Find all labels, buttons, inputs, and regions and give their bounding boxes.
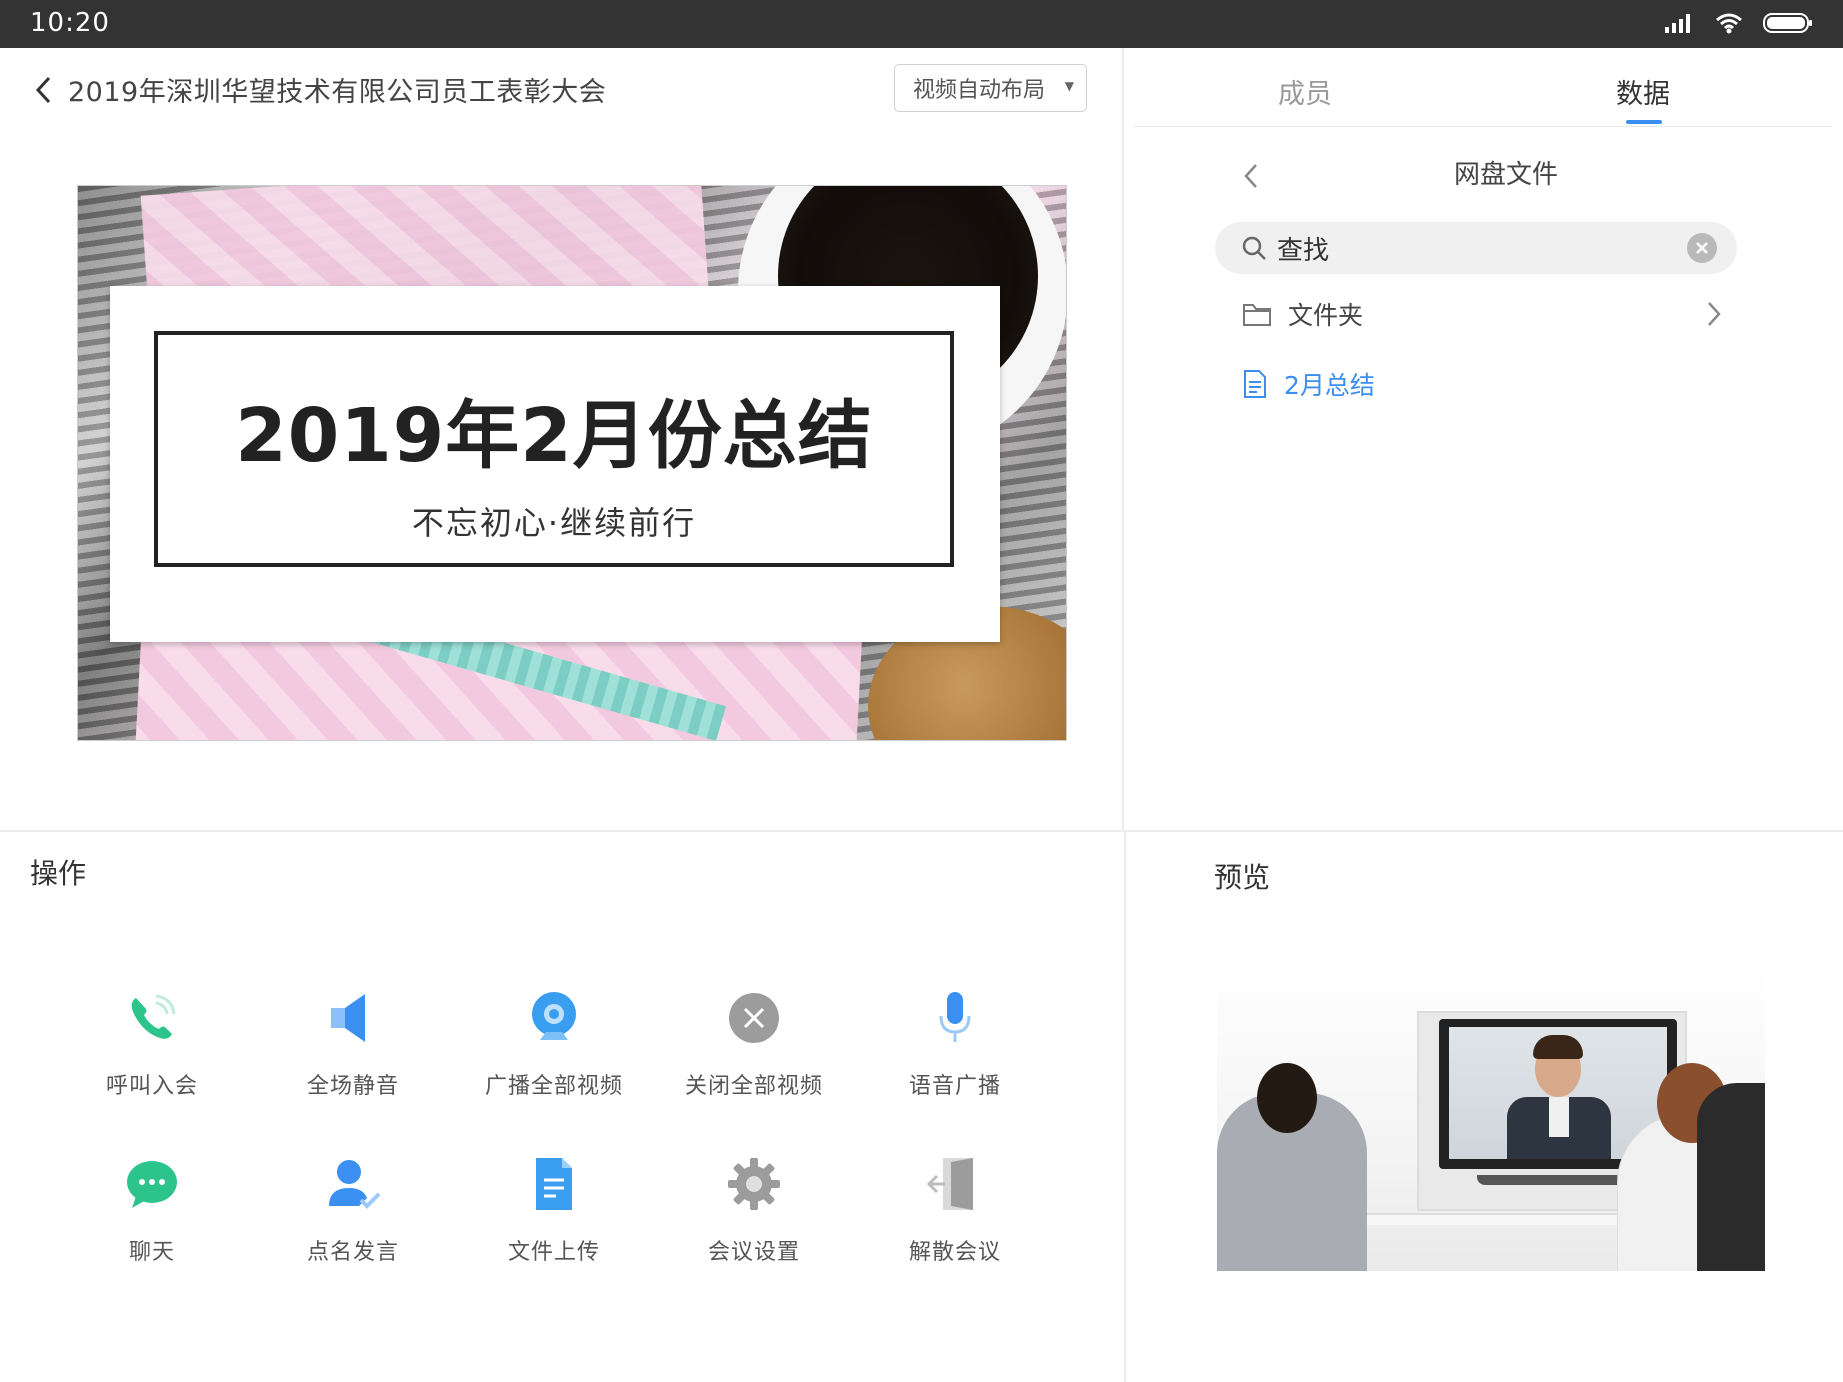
netdisk-back-button[interactable]: [1236, 158, 1266, 194]
search-box: [1215, 222, 1737, 274]
battery-icon: [1763, 12, 1813, 38]
operations-title: 操作: [30, 857, 87, 890]
vertical-divider: [1124, 832, 1126, 1382]
close-circle-icon: [724, 988, 784, 1048]
file-upload-button[interactable]: 文件上传: [464, 1154, 644, 1294]
mute-all-button[interactable]: 全场静音: [263, 988, 443, 1128]
side-panel: 成员 数据 网盘文件 文件夹 2月总结: [1126, 48, 1843, 830]
close-icon: [1696, 242, 1708, 254]
chevron-right-icon: [1708, 302, 1721, 326]
op-label: 呼叫入会: [105, 1074, 198, 1099]
op-label: 解散会议: [908, 1240, 1001, 1265]
preview-title: 预览: [1214, 861, 1271, 894]
exit-door-icon: [925, 1154, 985, 1214]
list-item-label: 文件夹: [1288, 301, 1364, 330]
preview-attendee-left-head: [1257, 1063, 1317, 1133]
chat-bubble-icon: [122, 1154, 182, 1214]
document-icon: [524, 1154, 584, 1214]
chat-button[interactable]: 聊天: [62, 1154, 242, 1294]
roll-call-button[interactable]: 点名发言: [263, 1154, 443, 1294]
main-stage: 2019年深圳华望技术有限公司员工表彰大会 视频自动布局 ▼ 2019年2月份总…: [0, 48, 1124, 830]
tabs-divider: [1134, 126, 1832, 127]
shared-slide: 2019年2月份总结 不忘初心·继续前行: [77, 185, 1067, 741]
slide-title: 2019年2月份总结: [235, 393, 873, 479]
preview-presenter-shirt: [1549, 1097, 1569, 1137]
netdisk-title: 网盘文件: [1453, 160, 1558, 190]
close-all-video-button[interactable]: 关闭全部视频: [664, 988, 844, 1128]
tab-members[interactable]: 成员: [1278, 72, 1332, 111]
op-label: 点名发言: [306, 1240, 399, 1265]
slide-subtitle: 不忘初心·继续前行: [411, 504, 697, 542]
preview-attendee-far-right: [1697, 1083, 1765, 1271]
voice-broadcast-button[interactable]: 语音广播: [865, 988, 1045, 1128]
search-input[interactable]: [1277, 233, 1677, 263]
horizontal-divider: [0, 830, 1843, 832]
wifi-icon: [1715, 12, 1743, 38]
webcam-icon: [524, 988, 584, 1048]
layout-select[interactable]: 视频自动布局 ▼: [894, 64, 1087, 112]
op-label: 文件上传: [507, 1240, 600, 1265]
list-item-label: 2月总结: [1284, 371, 1375, 400]
op-label: 语音广播: [908, 1074, 1001, 1099]
microphone-icon: [925, 988, 985, 1048]
preview-tv-base: [1477, 1175, 1637, 1185]
phone-call-icon: [122, 988, 182, 1048]
active-tab-indicator: [1626, 120, 1662, 124]
preview-video[interactable]: [1217, 963, 1765, 1271]
op-label: 会议设置: [707, 1240, 800, 1265]
gear-icon: [724, 1154, 784, 1214]
list-item-file[interactable]: 2月总结: [1242, 362, 1722, 406]
status-time: 10:20: [30, 8, 110, 38]
op-label: 广播全部视频: [484, 1074, 623, 1099]
end-meeting-button[interactable]: 解散会议: [865, 1154, 1045, 1294]
op-label: 关闭全部视频: [684, 1074, 823, 1099]
op-label: 聊天: [128, 1240, 175, 1265]
chevron-left-icon: [1244, 164, 1257, 188]
back-button[interactable]: [26, 68, 60, 112]
search-clear-button[interactable]: [1687, 233, 1717, 263]
folder-icon: [1243, 304, 1271, 326]
search-icon: [1242, 236, 1266, 260]
layout-select-value: 视频自动布局: [913, 78, 1046, 103]
status-bar: 10:20: [0, 0, 1843, 48]
list-item-folder[interactable]: 文件夹: [1242, 292, 1722, 336]
document-icon: [1244, 370, 1266, 398]
meeting-title: 2019年深圳华望技术有限公司员工表彰大会: [68, 77, 607, 108]
signal-icon: [1665, 13, 1695, 37]
op-label: 全场静音: [306, 1074, 399, 1099]
caret-down-icon: ▼: [1064, 79, 1074, 93]
user-check-icon: [323, 1154, 383, 1214]
speaker-mute-icon: [323, 988, 383, 1048]
chevron-left-icon: [35, 76, 51, 104]
meeting-settings-button[interactable]: 会议设置: [664, 1154, 844, 1294]
tab-data[interactable]: 数据: [1616, 72, 1670, 111]
call-join-button[interactable]: 呼叫入会: [62, 988, 242, 1128]
broadcast-all-video-button[interactable]: 广播全部视频: [464, 988, 644, 1128]
preview-presenter-hair: [1533, 1035, 1583, 1059]
status-icons: [1665, 12, 1813, 38]
